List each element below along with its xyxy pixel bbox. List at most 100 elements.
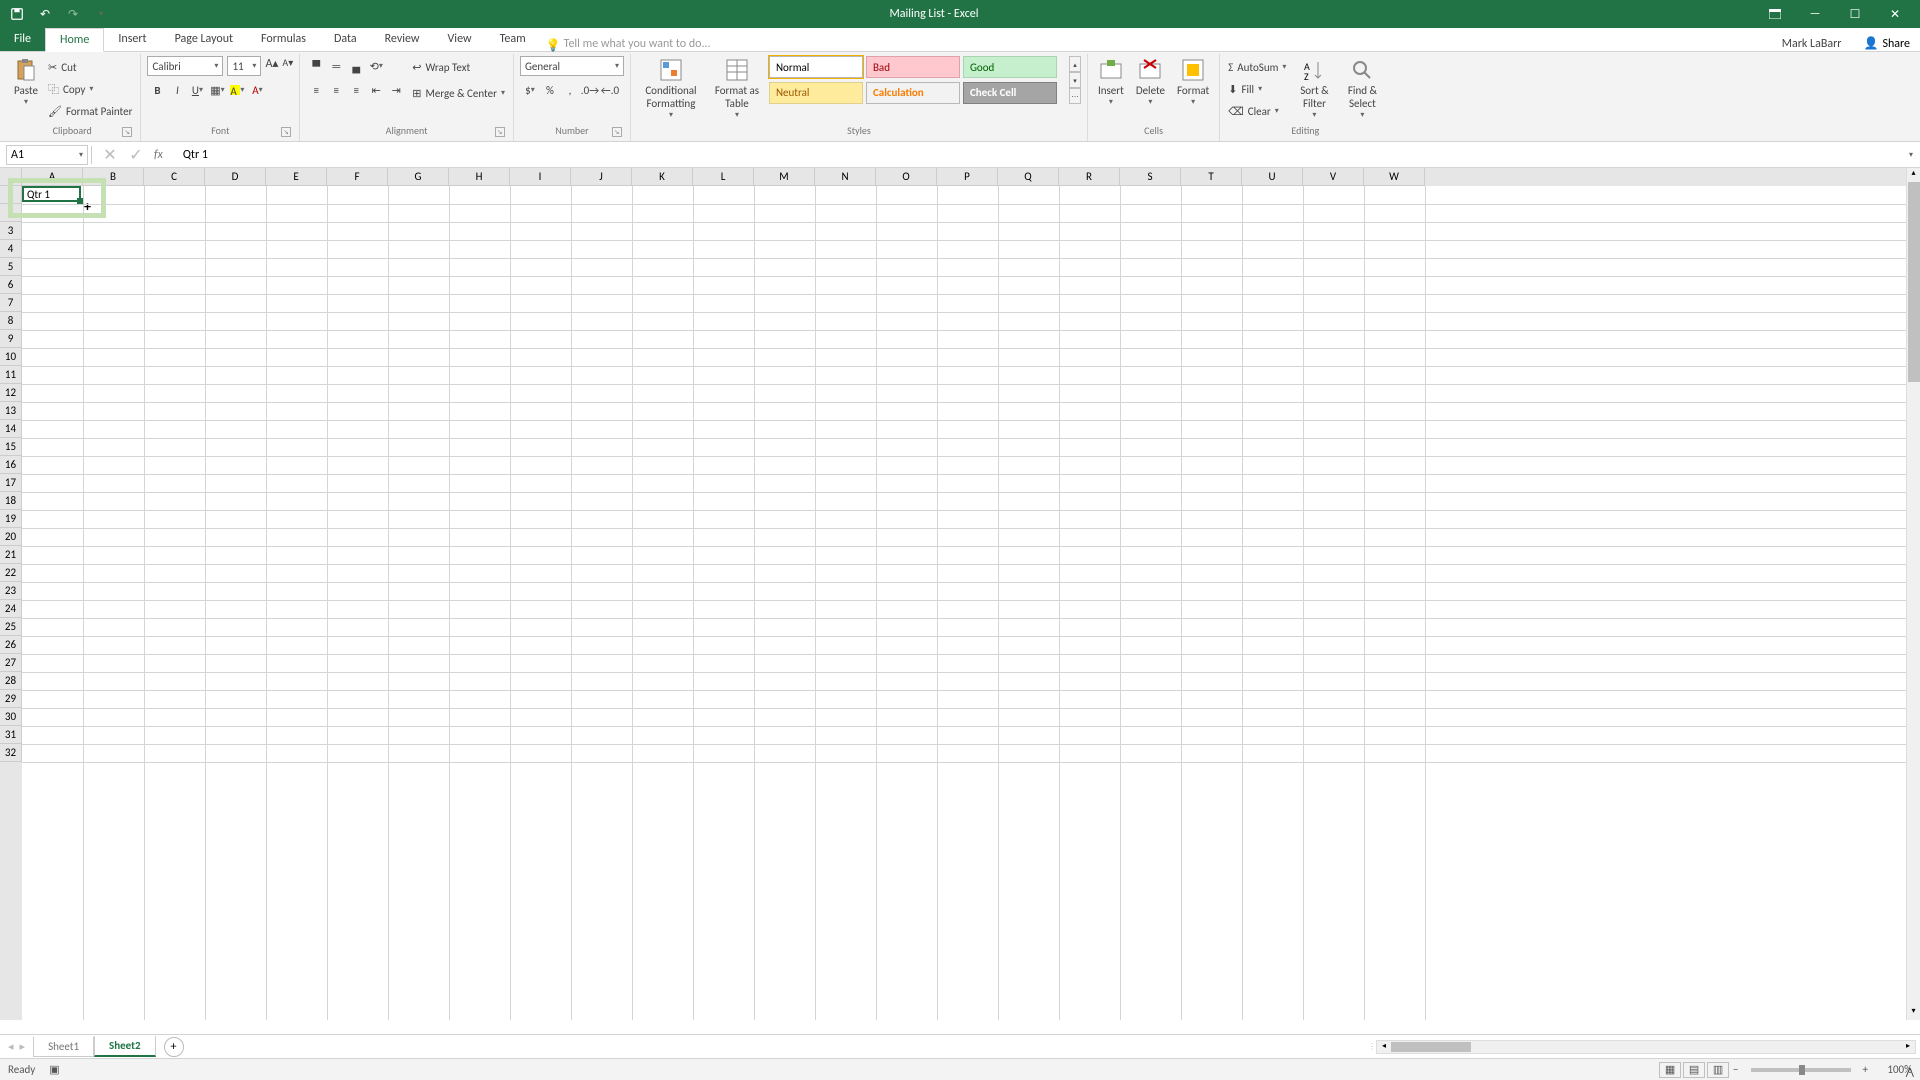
align-top-button[interactable]: ▀	[307, 57, 325, 75]
copy-button[interactable]: ⿻Copy▾	[46, 78, 134, 100]
scroll-left-icon[interactable]: ◂	[1377, 1041, 1391, 1051]
row-header-6[interactable]: 6	[0, 276, 22, 294]
ribbon-display-icon[interactable]	[1758, 4, 1792, 24]
col-header-n[interactable]: N	[815, 168, 876, 186]
save-icon[interactable]	[10, 7, 24, 21]
file-tab[interactable]: File	[0, 27, 45, 51]
minimize-icon[interactable]: —	[1798, 4, 1832, 24]
number-format-select[interactable]: General	[520, 56, 624, 76]
macro-record-icon[interactable]: ▣	[49, 1063, 59, 1076]
row-header-7[interactable]: 7	[0, 294, 22, 312]
gallery-up-icon[interactable]: ▴	[1069, 56, 1081, 72]
fill-button[interactable]: ⬇Fill▾	[1226, 78, 1288, 100]
horizontal-scrollbar[interactable]: ◂ ▸	[1376, 1040, 1916, 1054]
tab-insert[interactable]: Insert	[104, 27, 160, 51]
decrease-decimal-button[interactable]: ←.0	[601, 81, 619, 99]
cells-area[interactable]: Qtr 1 +	[22, 186, 1906, 1020]
row-header-22[interactable]: 22	[0, 564, 22, 582]
sheet-tab-sheet2[interactable]: Sheet2	[94, 1036, 156, 1057]
row-header-19[interactable]: 19	[0, 510, 22, 528]
tab-formulas[interactable]: Formulas	[247, 27, 320, 51]
paste-button[interactable]: Paste ▾	[10, 56, 42, 109]
zoom-out-button[interactable]: −	[1733, 1063, 1738, 1076]
row-header-1[interactable]: 1	[0, 186, 22, 204]
qat-customize-icon[interactable]: ▾	[94, 7, 108, 21]
zoom-thumb[interactable]	[1799, 1065, 1805, 1075]
col-header-f[interactable]: F	[327, 168, 388, 186]
gallery-down-icon[interactable]: ▾	[1069, 72, 1081, 88]
scroll-down-icon[interactable]: ▾	[1907, 1006, 1920, 1020]
formula-input[interactable]: Qtr 1	[173, 145, 1902, 165]
italic-button[interactable]: I	[168, 81, 186, 99]
hscroll-thumb[interactable]	[1391, 1042, 1471, 1052]
format-painter-button[interactable]: 🖌Format Painter	[46, 100, 134, 122]
col-header-q[interactable]: Q	[998, 168, 1059, 186]
tab-review[interactable]: Review	[371, 27, 434, 51]
row-header-14[interactable]: 14	[0, 420, 22, 438]
row-header-26[interactable]: 26	[0, 636, 22, 654]
row-header-32[interactable]: 32	[0, 744, 22, 762]
sort-filter-button[interactable]: AZSort & Filter▾	[1292, 56, 1336, 122]
col-header-k[interactable]: K	[632, 168, 693, 186]
name-box[interactable]: A1	[6, 145, 88, 165]
col-header-j[interactable]: J	[571, 168, 632, 186]
col-header-t[interactable]: T	[1181, 168, 1242, 186]
tab-view[interactable]: View	[434, 27, 486, 51]
row-header-5[interactable]: 5	[0, 258, 22, 276]
style-neutral[interactable]: Neutral	[769, 82, 863, 104]
undo-icon[interactable]: ↶	[38, 7, 52, 21]
row-header-10[interactable]: 10	[0, 348, 22, 366]
redo-icon[interactable]: ↷	[66, 7, 80, 21]
style-bad[interactable]: Bad	[866, 56, 960, 78]
clipboard-launcher[interactable]: ↘	[122, 127, 132, 137]
row-header-30[interactable]: 30	[0, 708, 22, 726]
col-header-b[interactable]: B	[83, 168, 144, 186]
gallery-more-icon[interactable]: ⋯	[1069, 88, 1081, 104]
vertical-scrollbar[interactable]: ▴ ▾	[1906, 168, 1920, 1020]
delete-cells-button[interactable]: Delete▾	[1132, 56, 1169, 109]
row-header-11[interactable]: 11	[0, 366, 22, 384]
sheet-next-icon[interactable]: ▸	[20, 1040, 26, 1053]
collapse-ribbon-icon[interactable]: ⋀	[1906, 1065, 1914, 1078]
format-as-table-button[interactable]: Format as Table▾	[709, 56, 765, 122]
col-header-d[interactable]: D	[205, 168, 266, 186]
row-header-29[interactable]: 29	[0, 690, 22, 708]
font-name-select[interactable]: Calibri	[147, 56, 223, 76]
fx-icon[interactable]: fx	[154, 148, 163, 162]
style-check-cell[interactable]: Check Cell	[963, 82, 1057, 104]
user-name[interactable]: Mark LaBarr	[1770, 37, 1854, 51]
col-header-i[interactable]: I	[510, 168, 571, 186]
expand-formula-icon[interactable]: ▾	[1902, 146, 1920, 164]
increase-decimal-button[interactable]: .0→	[581, 81, 599, 99]
row-header-3[interactable]: 3	[0, 222, 22, 240]
conditional-formatting-button[interactable]: Conditional Formatting▾	[637, 56, 705, 122]
page-break-view-button[interactable]: ▥	[1707, 1062, 1729, 1078]
font-launcher[interactable]: ↘	[281, 127, 291, 137]
col-header-p[interactable]: P	[937, 168, 998, 186]
zoom-in-button[interactable]: +	[1863, 1063, 1868, 1076]
tab-data[interactable]: Data	[320, 27, 371, 51]
col-header-h[interactable]: H	[449, 168, 510, 186]
row-header-8[interactable]: 8	[0, 312, 22, 330]
row-header-24[interactable]: 24	[0, 600, 22, 618]
col-header-e[interactable]: E	[266, 168, 327, 186]
col-header-a[interactable]: A	[22, 168, 83, 186]
fill-color-button[interactable]: A▾	[228, 81, 246, 99]
col-header-s[interactable]: S	[1120, 168, 1181, 186]
close-icon[interactable]: ✕	[1878, 4, 1912, 24]
row-header-25[interactable]: 25	[0, 618, 22, 636]
cut-button[interactable]: ✂Cut	[46, 56, 134, 78]
row-header-12[interactable]: 12	[0, 384, 22, 402]
col-header-l[interactable]: L	[693, 168, 754, 186]
col-header-g[interactable]: G	[388, 168, 449, 186]
col-header-m[interactable]: M	[754, 168, 815, 186]
col-header-o[interactable]: O	[876, 168, 937, 186]
scroll-up-icon[interactable]: ▴	[1907, 168, 1920, 182]
select-all-corner[interactable]	[0, 168, 22, 186]
col-header-u[interactable]: U	[1242, 168, 1303, 186]
sheet-prev-icon[interactable]: ◂	[8, 1040, 14, 1053]
font-color-button[interactable]: A▾	[248, 81, 266, 99]
style-normal[interactable]: Normal	[769, 56, 863, 78]
col-header-v[interactable]: V	[1303, 168, 1364, 186]
row-header-23[interactable]: 23	[0, 582, 22, 600]
